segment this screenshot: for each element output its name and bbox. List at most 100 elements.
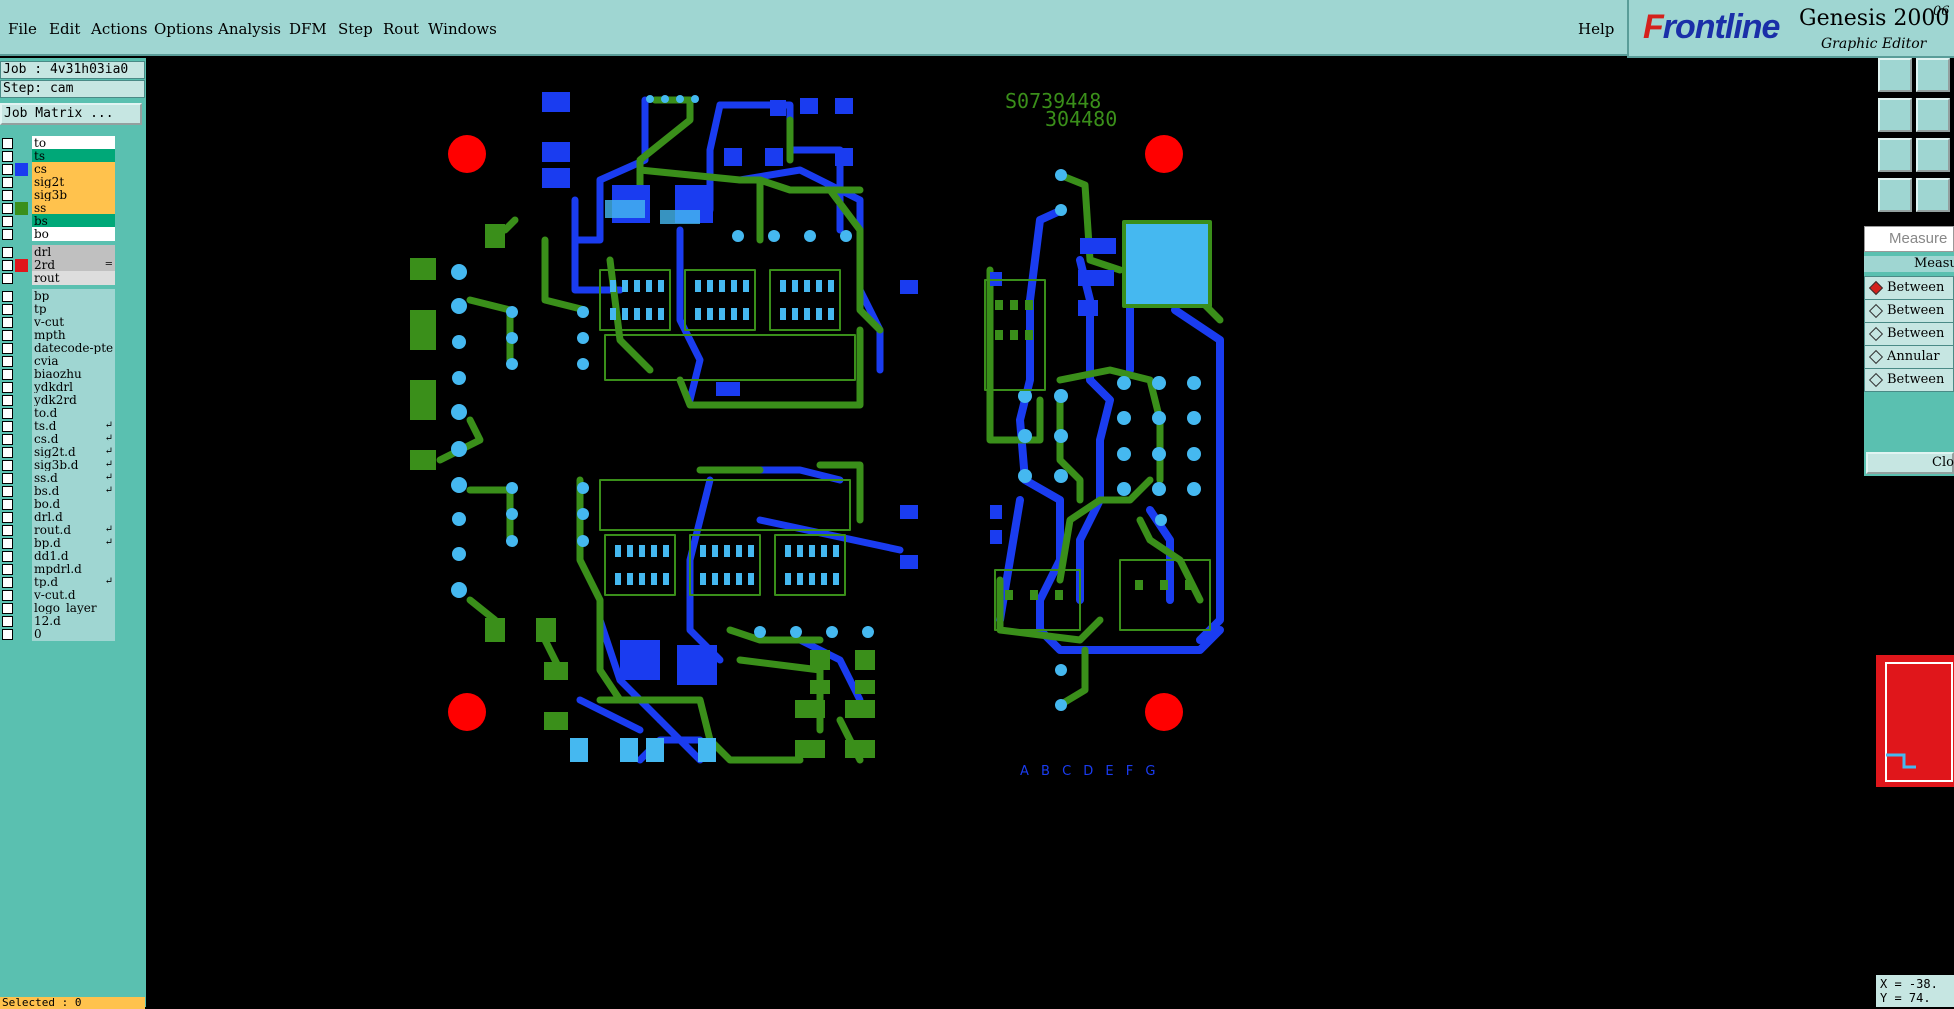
layer-name[interactable]: logo_layer_ <box>32 601 115 615</box>
measure-option[interactable]: Between <box>1864 299 1954 323</box>
layer-name[interactable]: mpdrl.d <box>32 562 115 576</box>
layer-name[interactable]: biaozhu <box>32 367 115 381</box>
layer-checkbox[interactable] <box>2 486 13 497</box>
layer-checkbox[interactable] <box>2 395 13 406</box>
layer-checkbox[interactable] <box>2 369 13 380</box>
layer-row[interactable]: 0 <box>0 627 117 642</box>
layer-checkbox[interactable] <box>2 447 13 458</box>
menu-actions[interactable]: Actions <box>91 20 147 38</box>
zoom-vertical-icon[interactable] <box>1916 138 1950 172</box>
layer-name[interactable]: ss <box>32 201 115 215</box>
layer-name[interactable]: drl.d <box>32 510 115 524</box>
layer-name[interactable]: 0 <box>32 627 115 641</box>
layer-checkbox[interactable] <box>2 499 13 510</box>
layer-name[interactable]: ss.d ↵ <box>32 471 115 485</box>
graphic-canvas[interactable]: S0739448 304480 A B C D E F G <box>146 58 1876 1007</box>
layer-checkbox[interactable] <box>2 460 13 471</box>
layer-name[interactable]: to <box>32 136 115 150</box>
menu-help[interactable]: Help <box>1578 20 1614 38</box>
layer-checkbox[interactable] <box>2 421 13 432</box>
menu-windows[interactable]: Windows <box>428 20 497 38</box>
layer-checkbox[interactable] <box>2 216 13 227</box>
radio-diamond-icon[interactable] <box>1868 349 1884 365</box>
layer-checkbox[interactable] <box>2 551 13 562</box>
snap-icon[interactable] <box>1878 178 1912 212</box>
layer-checkbox[interactable] <box>2 577 13 588</box>
layer-checkbox[interactable] <box>2 304 13 315</box>
layer-name[interactable]: sig2t <box>32 175 115 189</box>
layer-name[interactable]: ydk2rd <box>32 393 115 407</box>
layer-name[interactable]: ydkdrl <box>32 380 115 394</box>
menu-rout[interactable]: Rout <box>383 20 419 38</box>
layer-name[interactable]: sig3b <box>32 188 115 202</box>
layer-name[interactable]: bp.d ↵ <box>32 536 115 550</box>
overview-minimap[interactable] <box>1876 655 1954 787</box>
menu-edit[interactable]: Edit <box>49 20 80 38</box>
radio-diamond-icon[interactable] <box>1868 372 1884 388</box>
measure-option[interactable]: Between <box>1864 368 1954 392</box>
layer-checkbox[interactable] <box>2 190 13 201</box>
layer-checkbox[interactable] <box>2 356 13 367</box>
layer-name[interactable]: cs <box>32 162 115 176</box>
measure-option[interactable]: Between <box>1864 276 1954 300</box>
layer-checkbox[interactable] <box>2 512 13 523</box>
layer-checkbox[interactable] <box>2 151 13 162</box>
radio-diamond-icon[interactable] <box>1868 280 1884 296</box>
layer-checkbox[interactable] <box>2 317 13 328</box>
layer-name[interactable]: bo <box>32 227 115 241</box>
layer-checkbox[interactable] <box>2 177 13 188</box>
layer-checkbox[interactable] <box>2 525 13 536</box>
layer-checkbox[interactable] <box>2 247 13 258</box>
measure-tool-icon[interactable] <box>1916 178 1950 212</box>
zoom-in-icon[interactable] <box>1878 58 1912 92</box>
layer-name[interactable]: tp.d ↵ <box>32 575 115 589</box>
layer-name[interactable]: bo.d <box>32 497 115 511</box>
layer-checkbox[interactable] <box>2 590 13 601</box>
layer-checkbox[interactable] <box>2 330 13 341</box>
layer-name[interactable]: datecode-pte <box>32 341 115 355</box>
layer-checkbox[interactable] <box>2 603 13 614</box>
layer-checkbox[interactable] <box>2 629 13 640</box>
pan-left-icon[interactable] <box>1878 98 1912 132</box>
layer-name[interactable]: 2rd = <box>32 258 115 272</box>
layer-checkbox[interactable] <box>2 138 13 149</box>
pan-right-icon[interactable] <box>1916 98 1950 132</box>
layer-checkbox[interactable] <box>2 382 13 393</box>
layer-checkbox[interactable] <box>2 434 13 445</box>
menu-options[interactable]: Options <box>154 20 213 38</box>
layer-name[interactable]: mpth <box>32 328 115 342</box>
layer-checkbox[interactable] <box>2 260 13 271</box>
layer-checkbox[interactable] <box>2 164 13 175</box>
layer-name[interactable]: ts <box>32 149 115 163</box>
job-matrix-button[interactable]: Job Matrix ... <box>0 103 142 125</box>
layer-name[interactable]: to.d <box>32 406 115 420</box>
layer-checkbox[interactable] <box>2 538 13 549</box>
layer-name[interactable]: v-cut.d <box>32 588 115 602</box>
zoom-out-icon[interactable] <box>1916 58 1950 92</box>
layer-name[interactable]: tp <box>32 302 115 316</box>
layer-checkbox[interactable] <box>2 408 13 419</box>
radio-diamond-icon[interactable] <box>1868 326 1884 342</box>
layer-checkbox[interactable] <box>2 229 13 240</box>
layer-name[interactable]: drl <box>32 245 115 259</box>
layer-checkbox[interactable] <box>2 273 13 284</box>
layer-name[interactable]: cvia <box>32 354 115 368</box>
menu-step[interactable]: Step <box>338 20 373 38</box>
menu-analysis[interactable]: Analysis <box>218 20 281 38</box>
layer-name[interactable]: 12.d <box>32 614 115 628</box>
layer-name[interactable]: ts.d ↵ <box>32 419 115 433</box>
layer-checkbox[interactable] <box>2 564 13 575</box>
layer-name[interactable]: sig2t.d ↵ <box>32 445 115 459</box>
layer-name[interactable]: sig3b.d ↵ <box>32 458 115 472</box>
layer-name[interactable]: bs.d ↵ <box>32 484 115 498</box>
layer-name[interactable]: rout <box>32 271 115 285</box>
layer-row[interactable]: rout <box>0 271 117 286</box>
layer-name[interactable]: bp <box>32 289 115 303</box>
layer-name[interactable]: rout.d ↵ <box>32 523 115 537</box>
zoom-fit-icon[interactable] <box>1878 138 1912 172</box>
layer-checkbox[interactable] <box>2 291 13 302</box>
radio-diamond-icon[interactable] <box>1868 303 1884 319</box>
measure-option[interactable]: Between <box>1864 322 1954 346</box>
layer-name[interactable]: bs <box>32 214 115 228</box>
menu-file[interactable]: File <box>8 20 37 38</box>
